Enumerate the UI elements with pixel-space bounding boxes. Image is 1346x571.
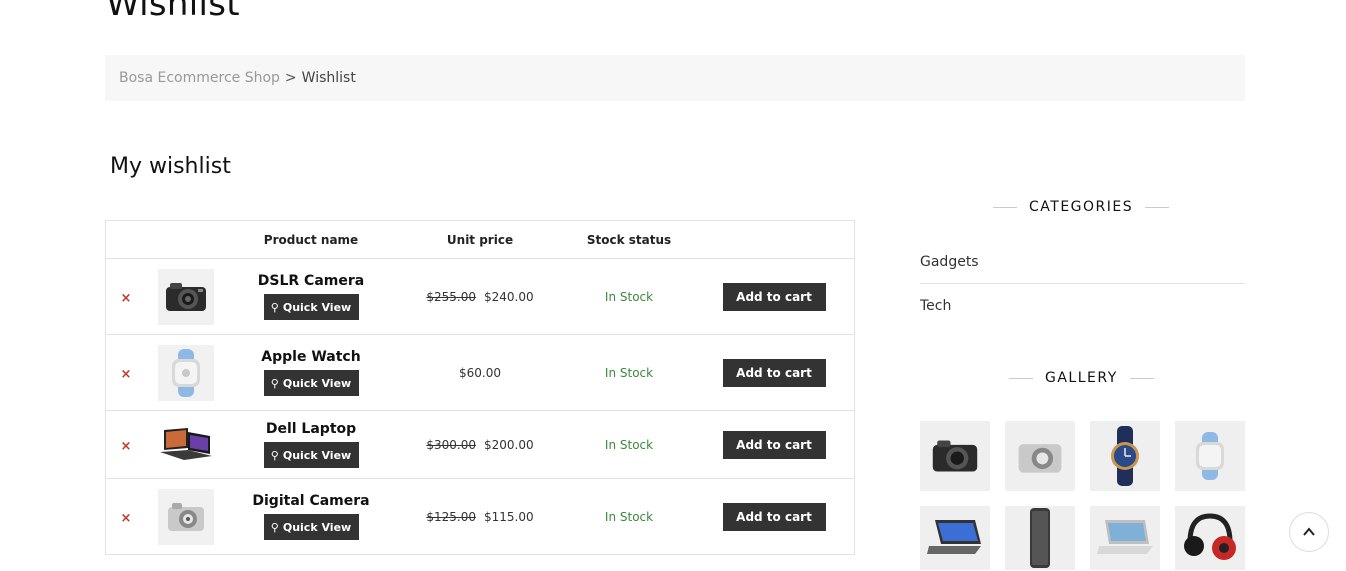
breadcrumb-current: Wishlist <box>301 70 356 86</box>
stock-status: In Stock <box>604 509 654 524</box>
add-to-cart-button[interactable]: Add to cart <box>722 430 826 459</box>
categories-heading: CATEGORIES <box>993 199 1170 215</box>
table-header-row: Product name Unit price Stock status <box>106 221 854 259</box>
unit-price: $125.00 $115.00 <box>396 510 564 524</box>
wristwatch-icon[interactable] <box>1090 421 1160 491</box>
quick-view-button[interactable]: ⚲ Quick View <box>263 370 359 396</box>
add-to-cart-button[interactable]: Add to cart <box>722 502 826 531</box>
search-icon: ⚲ <box>270 376 279 390</box>
table-row: × DSLR Camera ⚲ Quick View $255.00 $240.00… <box>106 259 854 335</box>
wishlist-title: My wishlist <box>110 154 231 179</box>
table-row: × Dell Laptop ⚲ Quick View $300.00 $200.00… <box>106 411 854 479</box>
unit-price: $255.00 $240.00 <box>396 290 564 304</box>
table-row: × Digital Camera ⚲ Quick View $125.00 $115… <box>106 479 854 555</box>
unit-price: $300.00 $200.00 <box>396 438 564 452</box>
old-price: $300.00 <box>426 437 476 452</box>
laptop-icon[interactable] <box>158 417 214 473</box>
divider <box>1129 377 1154 379</box>
add-to-cart-button[interactable]: Add to cart <box>722 358 826 387</box>
remove-icon[interactable]: × <box>121 439 132 454</box>
breadcrumb-home-link[interactable]: Bosa Ecommerce Shop <box>119 70 280 86</box>
remove-icon[interactable]: × <box>121 511 132 526</box>
headphones-icon[interactable] <box>1175 506 1245 570</box>
laptop-icon[interactable] <box>920 506 990 570</box>
quick-view-button[interactable]: ⚲ Quick View <box>263 294 359 320</box>
header-stock-status: Stock status <box>586 232 672 247</box>
old-price: $255.00 <box>426 289 476 304</box>
phone-icon[interactable] <box>1005 506 1075 570</box>
categories-list: Gadgets Tech <box>920 240 1245 328</box>
remove-icon[interactable]: × <box>121 291 132 306</box>
dslr-camera-icon[interactable] <box>920 421 990 491</box>
current-price: $115.00 <box>484 509 534 524</box>
scroll-to-top-button[interactable] <box>1289 512 1329 552</box>
current-price: $60.00 <box>459 365 501 380</box>
product-name-link[interactable]: DSLR Camera <box>258 273 364 289</box>
quick-view-button[interactable]: ⚲ Quick View <box>263 514 359 540</box>
stock-status: In Stock <box>604 437 654 452</box>
remove-icon[interactable]: × <box>121 367 132 382</box>
stock-status: In Stock <box>604 289 654 304</box>
category-link-gadgets[interactable]: Gadgets <box>920 240 1245 284</box>
search-icon: ⚲ <box>270 300 279 314</box>
laptop-silver-icon[interactable] <box>1090 506 1160 570</box>
product-name-link[interactable]: Digital Camera <box>252 493 369 509</box>
table-row: × Apple Watch ⚲ Quick View $60.00 In Stoc… <box>106 335 854 411</box>
breadcrumb-separator: > <box>284 70 297 86</box>
smartwatch-icon[interactable] <box>1175 421 1245 491</box>
compact-camera-icon[interactable] <box>1005 421 1075 491</box>
chevron-up-icon <box>1303 527 1315 536</box>
unit-price: $60.00 <box>396 366 564 380</box>
current-price: $240.00 <box>484 289 534 304</box>
current-price: $200.00 <box>484 437 534 452</box>
add-to-cart-button[interactable]: Add to cart <box>722 282 826 311</box>
category-link-tech[interactable]: Tech <box>920 284 1245 328</box>
gallery-heading: GALLERY <box>1009 370 1154 386</box>
product-name-link[interactable]: Dell Laptop <box>266 421 356 437</box>
stock-status: In Stock <box>604 365 654 380</box>
breadcrumb: Bosa Ecommerce Shop > Wishlist <box>105 55 1245 101</box>
header-product-name: Product name <box>263 232 359 247</box>
quick-view-button[interactable]: ⚲ Quick View <box>263 442 359 468</box>
smartwatch-icon[interactable] <box>158 344 214 401</box>
compact-camera-icon[interactable] <box>158 488 214 545</box>
product-name-link[interactable]: Apple Watch <box>261 349 360 365</box>
divider <box>993 206 1017 208</box>
gallery-grid <box>920 421 1245 570</box>
old-price: $125.00 <box>426 509 476 524</box>
dslr-camera-icon[interactable] <box>158 268 214 325</box>
header-unit-price: Unit price <box>446 232 514 247</box>
search-icon: ⚲ <box>270 520 279 534</box>
divider <box>1009 377 1033 379</box>
wishlist-table: Product name Unit price Stock status × D… <box>105 220 855 555</box>
search-icon: ⚲ <box>270 448 279 462</box>
page-title: Wishlist <box>106 0 240 24</box>
divider <box>1145 206 1170 208</box>
